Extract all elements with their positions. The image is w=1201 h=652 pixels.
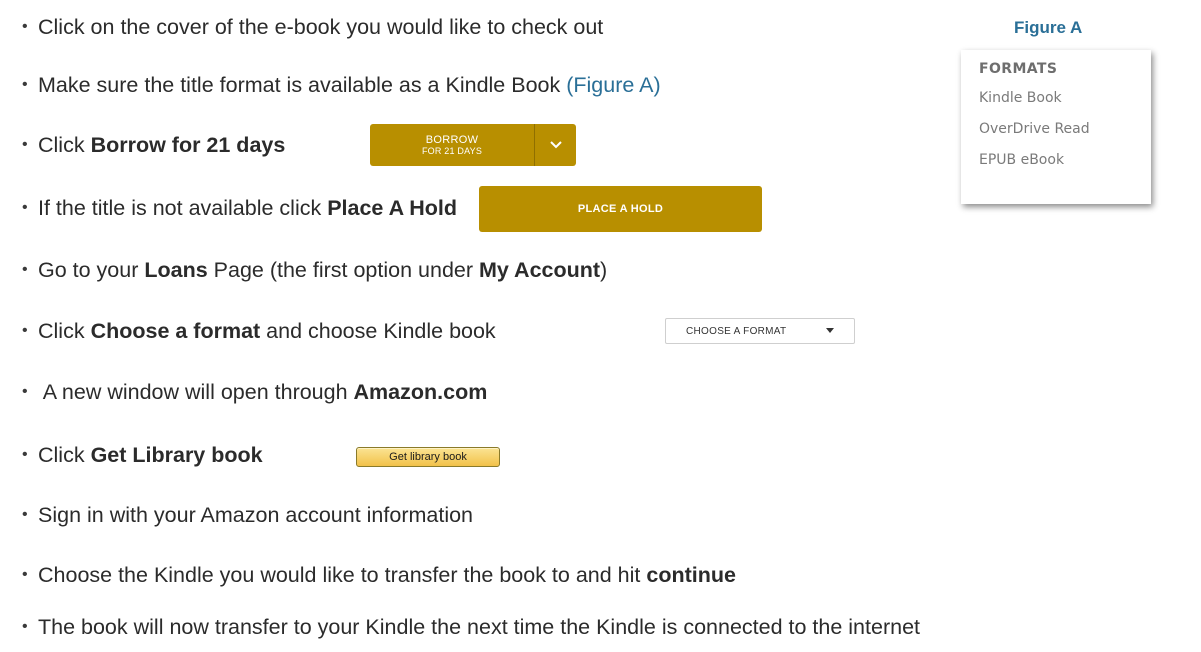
instruction-step: • If the title is not available click Pl…: [22, 193, 457, 223]
borrow-label: BORROW: [425, 133, 479, 146]
format-option-kindle[interactable]: Kindle Book: [979, 89, 1151, 120]
step-bold-text: Place A Hold: [327, 195, 458, 220]
bullet: •: [22, 383, 28, 400]
step-bold-text: Choose a format: [90, 318, 261, 343]
figure-a-caption: Figure A: [1014, 18, 1083, 37]
get-library-book-button[interactable]: Get library book: [356, 447, 500, 467]
step-bold-text: Loans: [144, 257, 208, 282]
bullet: •: [22, 322, 28, 339]
step-text: Click: [38, 318, 91, 343]
step-bold-text: My Account: [479, 257, 601, 282]
instruction-step: • Click Borrow for 21 days: [22, 130, 285, 160]
step-text: The book will now transfer to your Kindl…: [38, 614, 920, 639]
bullet: •: [22, 566, 28, 583]
borrow-button[interactable]: BORROW FOR 21 DAYS: [370, 124, 576, 166]
formats-heading: FORMATS: [979, 61, 1058, 77]
step-text: Page (the first option under: [207, 257, 479, 282]
instruction-step: • The book will now transfer to your Kin…: [22, 612, 920, 642]
step-bold-text: Borrow for 21 days: [90, 132, 286, 157]
figure-a-link[interactable]: (Figure A): [566, 73, 660, 98]
step-text: Go to your: [38, 257, 145, 282]
instruction-step: • Click on the cover of the e-book you w…: [22, 12, 603, 42]
format-option-overdrive-read[interactable]: OverDrive Read: [979, 120, 1151, 151]
step-text: Make sure the title format is available …: [38, 72, 567, 97]
borrow-sublabel: FOR 21 DAYS: [421, 146, 483, 157]
chevron-down-icon: [549, 141, 562, 149]
bullet: •: [22, 506, 28, 523]
borrow-dropdown-toggle[interactable]: [534, 124, 576, 166]
step-text: Click: [38, 132, 91, 157]
instruction-step: • Click Get Library book: [22, 440, 263, 470]
instruction-step: • Choose the Kindle you would like to tr…: [22, 560, 736, 590]
step-text: ): [600, 257, 608, 282]
step-bold-text: continue: [646, 562, 736, 587]
instruction-step: • A new window will open through Amazon.…: [22, 377, 487, 407]
instruction-step: • Sign in with your Amazon account infor…: [22, 500, 473, 530]
bullet: •: [22, 136, 28, 153]
formats-panel: FORMATS Kindle Book OverDrive Read EPUB …: [961, 50, 1151, 204]
bullet: •: [22, 446, 28, 463]
instruction-step: • Go to your Loans Page (the first optio…: [22, 255, 607, 285]
step-text: Choose the Kindle you would like to tran…: [38, 562, 647, 587]
step-text: Click: [38, 442, 91, 467]
bullet: •: [22, 261, 28, 278]
step-text: A new window will open through: [38, 379, 354, 404]
caret-down-icon: [826, 328, 834, 333]
step-bold-text: Get Library book: [90, 442, 263, 467]
bullet: •: [22, 199, 28, 216]
step-text: Sign in with your Amazon account informa…: [38, 502, 474, 527]
step-bold-text: Amazon.com: [353, 379, 488, 404]
step-text: If the title is not available click: [38, 195, 328, 220]
step-text: and choose Kindle book: [260, 318, 496, 343]
step-text: Click on the cover of the e-book you wou…: [38, 14, 604, 39]
instruction-step: • Make sure the title format is availabl…: [22, 70, 661, 100]
borrow-main-action[interactable]: BORROW FOR 21 DAYS: [370, 124, 534, 166]
format-option-epub[interactable]: EPUB eBook: [979, 151, 1151, 182]
choose-format-dropdown[interactable]: CHOOSE A FORMAT: [665, 318, 855, 344]
instruction-step: • Click Choose a format and choose Kindl…: [22, 316, 496, 346]
bullet: •: [22, 76, 28, 93]
bullet: •: [22, 18, 28, 35]
bullet: •: [22, 618, 28, 635]
place-hold-button[interactable]: PLACE A HOLD: [479, 186, 762, 232]
choose-format-label: CHOOSE A FORMAT: [686, 325, 787, 337]
